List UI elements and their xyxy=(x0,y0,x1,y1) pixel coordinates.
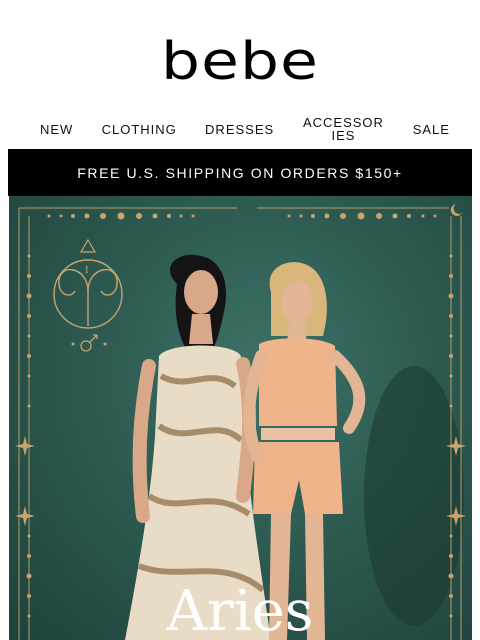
svg-text:I: I xyxy=(85,266,89,276)
nav-item-clothing[interactable]: CLOTHING xyxy=(102,122,177,137)
promo-banner[interactable]: FREE U.S. SHIPPING ON ORDERS $150+ xyxy=(8,149,472,196)
aries-ram-glyph-icon: I xyxy=(53,259,123,329)
nav-item-dresses[interactable]: DRESSES xyxy=(205,122,274,137)
top-dot-row xyxy=(47,212,437,220)
main-nav: NEW CLOTHING DRESSES ACCESSORIES SALE xyxy=(40,114,450,144)
hero-artwork: I xyxy=(15,204,466,640)
promo-banner-text: FREE U.S. SHIPPING ON ORDERS $150+ xyxy=(77,164,403,181)
triangle-icon xyxy=(79,238,97,253)
mars-symbol-icon xyxy=(71,334,107,352)
crescent-moon-icon xyxy=(450,204,462,216)
brand-logo-text: bebe xyxy=(160,32,320,92)
nav-item-new[interactable]: NEW xyxy=(40,122,73,137)
brand-logo[interactable]: bebe xyxy=(0,34,480,90)
nav-item-sale[interactable]: SALE xyxy=(413,122,450,137)
hero-title: Aries xyxy=(166,579,314,640)
hero-image[interactable]: I xyxy=(9,196,472,640)
nav-item-accessories[interactable]: ACCESSORIES xyxy=(302,116,384,142)
